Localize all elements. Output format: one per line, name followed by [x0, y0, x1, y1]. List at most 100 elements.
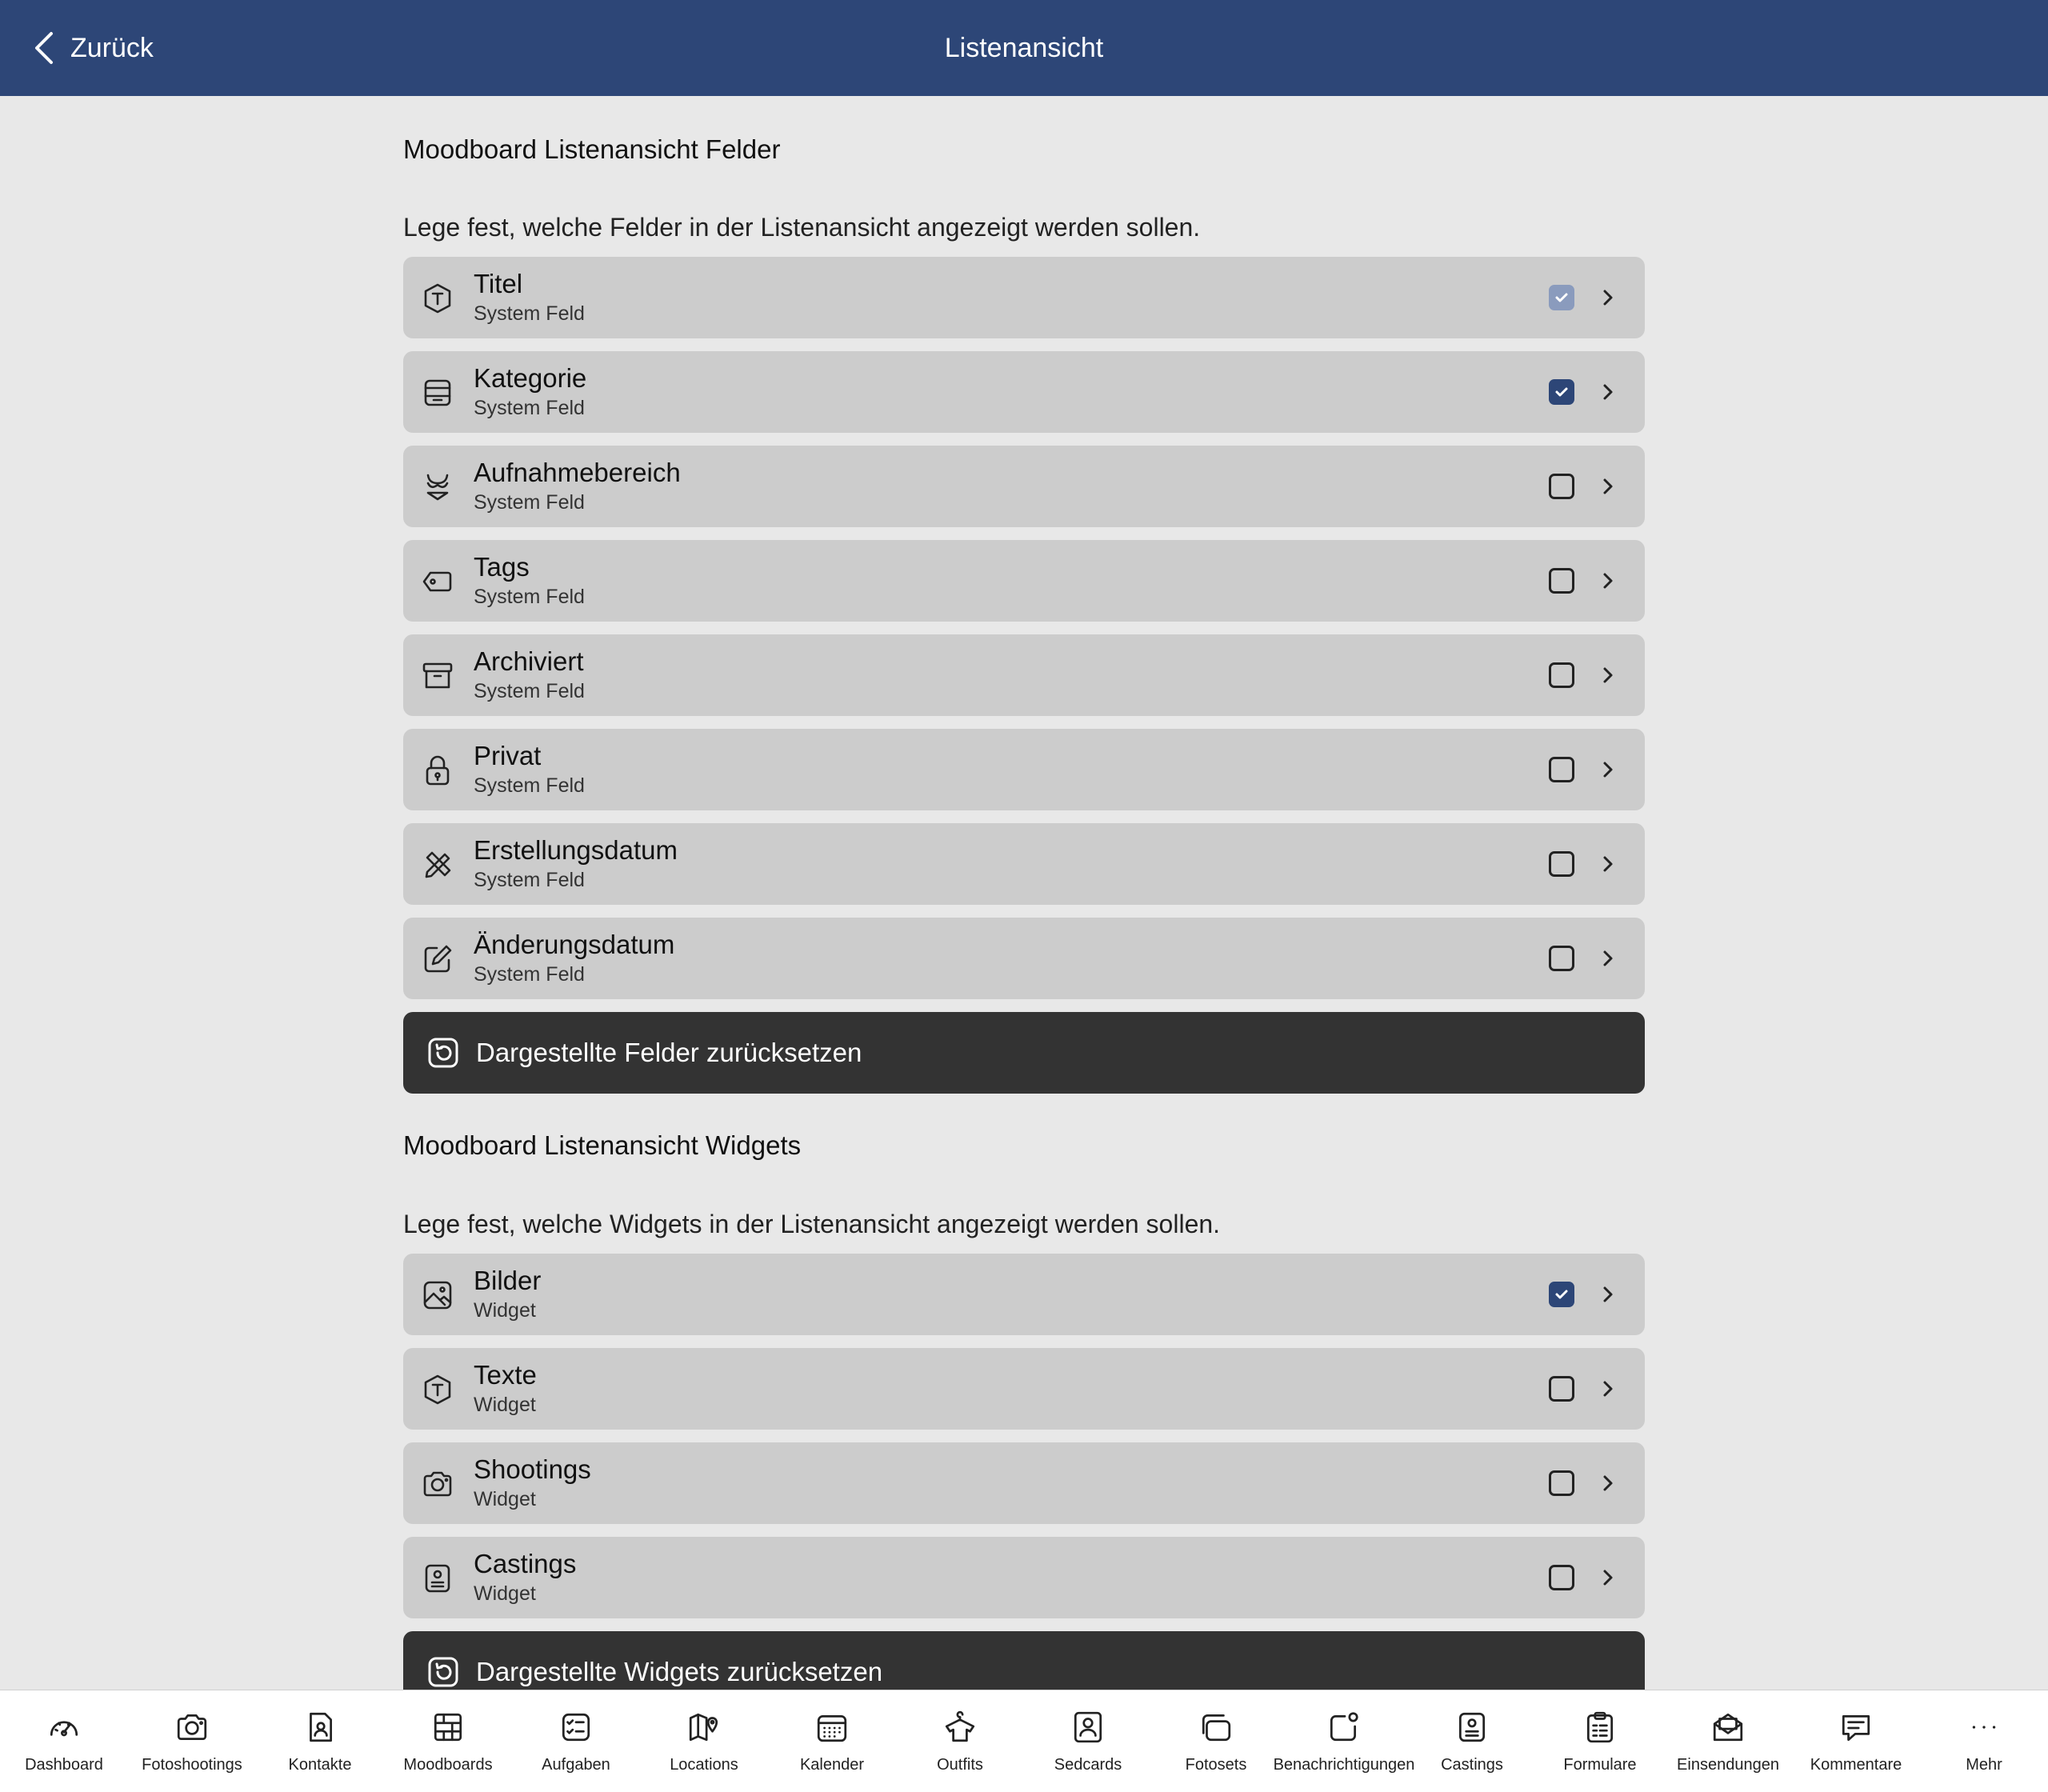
bikini-icon [421, 470, 454, 504]
tab-aufgaben[interactable]: Aufgaben [516, 1690, 636, 1792]
chevron-right-icon[interactable] [1600, 758, 1616, 781]
visibility-checkbox[interactable] [1549, 379, 1574, 405]
bottom-tab-bar: Dashboard Fotoshootings Kontakte Moodboards… [0, 1690, 2048, 1792]
reset-fields-button[interactable]: Dargestellte Felder zurücksetzen [403, 1012, 1645, 1094]
list-item[interactable]: Bilder Widget [403, 1254, 1645, 1335]
list-item[interactable]: Änderungsdatum System Feld [403, 918, 1645, 999]
chevron-right-icon[interactable] [1600, 1566, 1616, 1589]
back-button[interactable]: Zurück [32, 24, 154, 72]
item-title: Erstellungsdatum [474, 835, 678, 865]
tab-kommentare[interactable]: Kommentare [1796, 1690, 1916, 1792]
list-item[interactable]: Shootings Widget [403, 1442, 1645, 1524]
tab-locations[interactable]: Locations [644, 1690, 764, 1792]
item-title: Shootings [474, 1454, 591, 1484]
map-pin-icon [686, 1710, 722, 1745]
tag-icon [421, 565, 454, 598]
hanger-shirt-icon [942, 1710, 978, 1745]
item-subtitle: System Feld [474, 397, 585, 419]
item-subtitle: System Feld [474, 491, 585, 514]
item-subtitle: System Feld [474, 774, 585, 797]
tab-mehr[interactable]: Mehr [1924, 1690, 2044, 1792]
chevron-right-icon[interactable] [1600, 475, 1616, 498]
chevron-right-icon[interactable] [1600, 853, 1616, 875]
chevron-right-icon[interactable] [1600, 947, 1616, 970]
checklist-icon [558, 1710, 594, 1745]
visibility-checkbox[interactable] [1549, 851, 1574, 877]
tab-formulare[interactable]: Formulare [1540, 1690, 1660, 1792]
lock-icon [421, 754, 454, 787]
list-item[interactable]: Kategorie System Feld [403, 351, 1645, 433]
item-title: Änderungsdatum [474, 930, 675, 959]
chevron-right-icon[interactable] [1600, 664, 1616, 686]
list-item[interactable]: Texte Widget [403, 1348, 1645, 1430]
tab-kalender[interactable]: Kalender [772, 1690, 892, 1792]
chevron-right-icon[interactable] [1600, 381, 1616, 403]
chevron-right-icon[interactable] [1600, 286, 1616, 309]
tab-sedcards[interactable]: Sedcards [1028, 1690, 1148, 1792]
chevron-right-icon[interactable] [1600, 1472, 1616, 1494]
more-dots-icon [1966, 1710, 2002, 1745]
fields-section-description: Lege fest, welche Felder in der Listenan… [403, 213, 1201, 242]
reset-fields-label: Dargestellte Felder zurücksetzen [476, 1038, 862, 1067]
pencil-ruler-icon [421, 848, 454, 882]
fields-section-title: Moodboard Listenansicht Felder [403, 134, 781, 164]
tab-fotoshootings[interactable]: Fotoshootings [132, 1690, 252, 1792]
tab-moodboards[interactable]: Moodboards [388, 1690, 508, 1792]
tab-kontakte[interactable]: Kontakte [260, 1690, 380, 1792]
item-title: Titel [474, 269, 523, 298]
tab-einsendungen[interactable]: Einsendungen [1668, 1690, 1788, 1792]
edit-icon [421, 942, 454, 976]
tab-outfits[interactable]: Outfits [900, 1690, 1020, 1792]
item-subtitle: System Feld [474, 680, 585, 702]
visibility-checkbox[interactable] [1549, 568, 1574, 594]
tab-benachrichtigungen[interactable]: Benachrichtigungen [1274, 1690, 1414, 1792]
list-item[interactable]: Privat System Feld [403, 729, 1645, 810]
visibility-checkbox[interactable] [1549, 1282, 1574, 1307]
visibility-checkbox[interactable] [1549, 1376, 1574, 1402]
grid-board-icon [430, 1710, 466, 1745]
list-item[interactable]: Archiviert System Feld [403, 634, 1645, 716]
list-item[interactable]: Castings Widget [403, 1537, 1645, 1618]
widgets-list: Bilder Widget Texte Widget Shootings Widget Ca… [403, 1254, 1645, 1618]
portrait-card-icon [1070, 1710, 1106, 1745]
top-bar: Zurück Listenansicht [0, 0, 2048, 96]
camera-icon [174, 1710, 210, 1745]
item-title: Tags [474, 552, 530, 582]
visibility-checkbox[interactable] [1549, 1565, 1574, 1590]
item-title: Castings [474, 1549, 577, 1578]
visibility-checkbox[interactable] [1549, 474, 1574, 499]
item-title: Archiviert [474, 646, 584, 676]
visibility-checkbox[interactable] [1549, 757, 1574, 782]
visibility-checkbox[interactable] [1549, 1470, 1574, 1496]
tab-castings[interactable]: Castings [1412, 1690, 1532, 1792]
tab-fotosets[interactable]: Fotosets [1156, 1690, 1276, 1792]
fields-list: Titel System Feld Kategorie System Feld Aufn… [403, 257, 1645, 999]
item-subtitle: Widget [474, 1488, 536, 1510]
settings-content: Moodboard Listenansicht Felder Lege fest… [403, 96, 1645, 1713]
chevron-right-icon[interactable] [1600, 1283, 1616, 1306]
item-subtitle: System Feld [474, 963, 585, 986]
chevron-right-icon[interactable] [1600, 570, 1616, 592]
camera-icon [421, 1467, 454, 1501]
visibility-checkbox[interactable] [1549, 946, 1574, 971]
item-title: Bilder [474, 1266, 542, 1295]
visibility-checkbox[interactable] [1549, 662, 1574, 688]
chevron-right-icon[interactable] [1600, 1378, 1616, 1400]
widgets-section-description: Lege fest, welche Widgets in der Listena… [403, 1210, 1221, 1238]
list-item[interactable]: Tags System Feld [403, 540, 1645, 622]
list-item[interactable]: Aufnahmebereich System Feld [403, 446, 1645, 527]
item-title: Privat [474, 741, 542, 770]
text-badge-icon [421, 1373, 454, 1406]
list-item[interactable]: Erstellungsdatum System Feld [403, 823, 1645, 905]
item-subtitle: System Feld [474, 586, 585, 608]
widgets-section-title: Moodboard Listenansicht Widgets [403, 1130, 802, 1160]
checkmark-icon [1555, 293, 1568, 302]
item-subtitle: Widget [474, 1394, 536, 1416]
notification-icon [1326, 1710, 1362, 1745]
list-item[interactable]: Titel System Feld [403, 257, 1645, 338]
mail-open-icon [1710, 1710, 1746, 1745]
clipboard-icon [1582, 1710, 1618, 1745]
tab-dashboard[interactable]: Dashboard [4, 1690, 124, 1792]
text-badge-icon [421, 282, 454, 315]
id-card-icon [1454, 1710, 1490, 1745]
